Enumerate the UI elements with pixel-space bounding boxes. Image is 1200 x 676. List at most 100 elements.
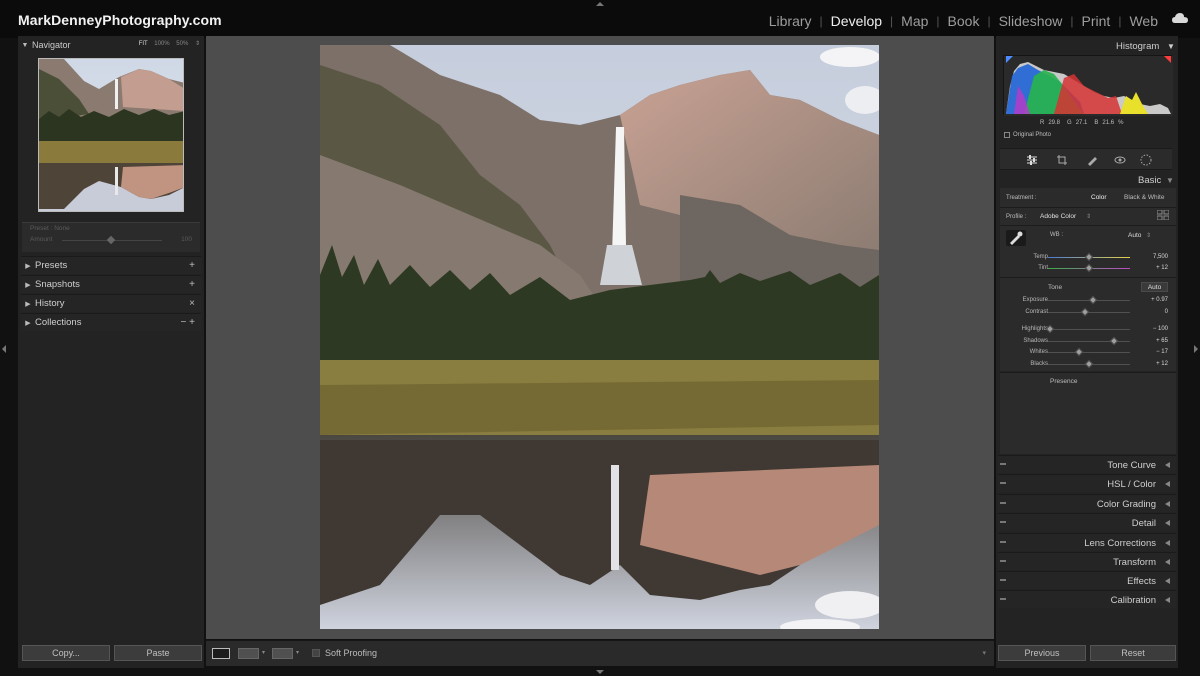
treatment-color-button[interactable]: Color: [1091, 194, 1107, 201]
reset-button[interactable]: Reset: [1090, 645, 1176, 661]
profile-dropdown-icon[interactable]: ⇕: [1086, 213, 1091, 220]
basic-panel-title[interactable]: Basic: [1138, 175, 1161, 186]
original-photo-checkbox[interactable]: [1004, 132, 1010, 138]
panel-switch-icon[interactable]: [1000, 502, 1006, 504]
collapse-top-panel-icon[interactable]: [596, 2, 604, 6]
paste-settings-button[interactable]: Paste: [114, 645, 202, 661]
contrast-slider-knob[interactable]: [1080, 307, 1090, 317]
tint-slider-knob[interactable]: [1084, 263, 1094, 273]
blacks-slider-knob[interactable]: [1084, 359, 1094, 369]
calibration-section[interactable]: Calibration: [998, 590, 1176, 608]
module-library[interactable]: Library: [769, 13, 812, 29]
panel-switch-icon[interactable]: [1000, 521, 1006, 523]
hsl-color-section[interactable]: HSL / Color: [998, 474, 1176, 492]
histogram[interactable]: R 29.8 G 27.1 B 21.6 %: [1003, 55, 1173, 126]
presets-section[interactable]: ▶ Presets +: [21, 256, 201, 274]
profile-browser-icon[interactable]: [1157, 210, 1169, 220]
clear-history-button[interactable]: ×: [189, 298, 195, 309]
color-grading-section[interactable]: Color Grading: [998, 494, 1176, 512]
panel-switch-icon[interactable]: [1000, 541, 1006, 543]
add-preset-button[interactable]: +: [189, 260, 195, 271]
history-section[interactable]: ▶ History ×: [21, 294, 201, 312]
whites-value[interactable]: − 17: [1156, 349, 1168, 355]
expand-arrow-icon: [1165, 481, 1170, 487]
copy-before-after-icon[interactable]: ▾: [296, 649, 299, 656]
healing-brush-icon[interactable]: [1086, 154, 1098, 166]
module-develop[interactable]: Develop: [831, 13, 882, 29]
previous-button[interactable]: Previous: [998, 645, 1086, 661]
wb-eyedropper-icon[interactable]: [1006, 230, 1026, 246]
navigator-preview[interactable]: [38, 58, 184, 212]
collections-section[interactable]: ▶ Collections − +: [21, 313, 201, 331]
tint-value[interactable]: + 12: [1156, 265, 1168, 271]
collapse-right-panel-icon[interactable]: [1194, 345, 1198, 353]
panel-switch-icon[interactable]: [1000, 598, 1006, 600]
collapse-filmstrip-icon[interactable]: [596, 670, 604, 674]
copy-settings-button[interactable]: Copy...: [22, 645, 110, 661]
blacks-value[interactable]: + 12: [1156, 361, 1168, 367]
toolbar-menu-icon[interactable]: ▾: [982, 649, 986, 657]
before-after-view-icon[interactable]: [238, 648, 259, 659]
contrast-value[interactable]: 0: [1165, 309, 1168, 315]
module-map[interactable]: Map: [901, 13, 928, 29]
module-slideshow[interactable]: Slideshow: [999, 13, 1063, 29]
profile-dropdown[interactable]: Adobe Color: [1040, 213, 1076, 220]
swap-before-after-icon[interactable]: [272, 648, 293, 659]
module-web[interactable]: Web: [1129, 13, 1158, 29]
amount-slider-knob[interactable]: [106, 235, 116, 245]
before-after-dropdown-icon[interactable]: ▾: [262, 649, 265, 656]
collapse-basic-icon[interactable]: ▼: [1166, 176, 1174, 185]
panel-switch-icon[interactable]: [1000, 579, 1006, 581]
temp-slider-knob[interactable]: [1084, 252, 1094, 262]
edit-sliders-icon[interactable]: [1026, 154, 1038, 166]
shadows-value[interactable]: + 65: [1156, 338, 1168, 344]
lens-corrections-section[interactable]: Lens Corrections: [998, 533, 1176, 551]
highlights-value[interactable]: − 100: [1153, 326, 1168, 332]
module-print[interactable]: Print: [1082, 13, 1111, 29]
zoom-more-icon[interactable]: ⇕: [195, 41, 200, 47]
collection-controls[interactable]: − +: [181, 317, 195, 328]
crop-icon[interactable]: [1056, 154, 1068, 166]
wb-dropdown-icon[interactable]: ⇕: [1146, 232, 1151, 239]
amount-value: 100: [181, 236, 192, 243]
masking-icon[interactable]: [1140, 154, 1152, 166]
panel-switch-icon[interactable]: [1000, 560, 1006, 562]
collections-label: Collections: [35, 317, 82, 328]
add-snapshot-button[interactable]: +: [189, 279, 195, 290]
collapse-left-panel-icon[interactable]: [2, 345, 6, 353]
detail-section[interactable]: Detail: [998, 513, 1176, 531]
transform-section[interactable]: Transform: [998, 552, 1176, 570]
wb-dropdown[interactable]: Auto: [1128, 232, 1141, 239]
exposure-slider-knob[interactable]: [1088, 295, 1098, 305]
loupe-view-icon[interactable]: [212, 648, 230, 659]
navigator-header[interactable]: ▼ Navigator FIT 100% 50% ⇕: [18, 36, 204, 54]
histogram-title[interactable]: Histogram: [1116, 41, 1159, 52]
effects-label: Effects: [1127, 576, 1156, 587]
exposure-label: Exposure: [1022, 297, 1048, 303]
panel-switch-icon[interactable]: [1000, 463, 1006, 465]
exposure-value[interactable]: + 0.97: [1151, 297, 1168, 303]
zoom-50[interactable]: 50%: [176, 41, 188, 47]
left-panel: ▼ Navigator FIT 100% 50% ⇕ Preset : None…: [18, 36, 204, 668]
collapse-histogram-icon[interactable]: ▼: [1167, 42, 1175, 51]
expand-arrow-icon: [1165, 597, 1170, 603]
zoom-fit[interactable]: FIT: [139, 41, 148, 47]
shadows-slider-knob[interactable]: [1109, 336, 1118, 346]
whites-slider-track[interactable]: [1048, 352, 1130, 353]
highlights-slider-track[interactable]: [1048, 329, 1130, 330]
panel-switch-icon[interactable]: [1000, 482, 1006, 484]
soft-proofing-checkbox[interactable]: [312, 649, 320, 657]
tone-curve-section[interactable]: Tone Curve: [998, 455, 1176, 473]
whites-slider-knob[interactable]: [1074, 347, 1084, 357]
effects-section[interactable]: Effects: [998, 571, 1176, 589]
treatment-bw-button[interactable]: Black & White: [1124, 194, 1164, 201]
module-book[interactable]: Book: [948, 13, 980, 29]
zoom-100[interactable]: 100%: [154, 41, 169, 47]
develop-photo[interactable]: [320, 45, 879, 629]
red-eye-icon[interactable]: [1114, 154, 1126, 166]
tone-auto-button[interactable]: Auto: [1141, 282, 1168, 292]
cloud-sync-icon[interactable]: [1172, 13, 1188, 23]
snapshots-section[interactable]: ▶ Snapshots +: [21, 275, 201, 293]
color-grading-label: Color Grading: [1096, 499, 1156, 510]
temp-value[interactable]: 7,500: [1153, 254, 1168, 260]
